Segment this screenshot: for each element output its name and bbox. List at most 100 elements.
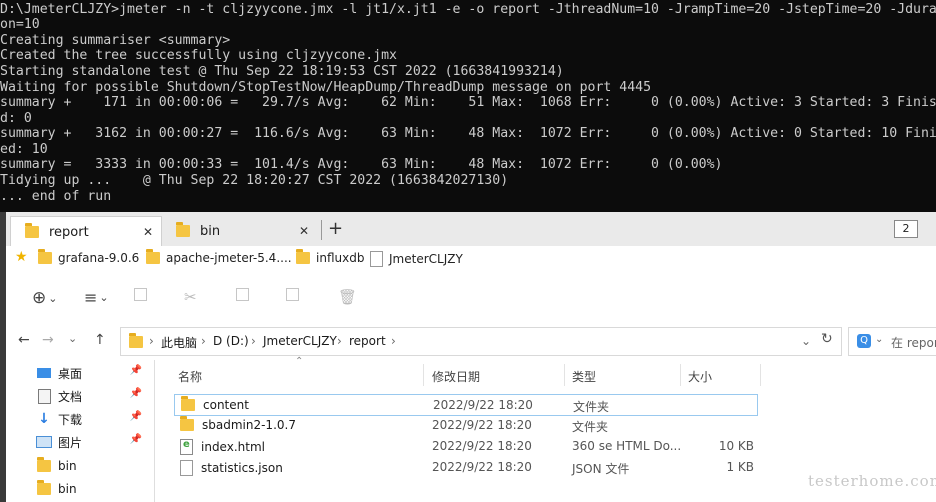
folder-icon — [36, 480, 52, 495]
recent-locations-button[interactable]: ⌄ — [68, 332, 77, 345]
rename-icon — [286, 288, 299, 301]
file-row-sbadmin2[interactable]: sbadmin2-1.0.7 2022/9/22 18:20 文件夹 — [174, 415, 756, 435]
pin-icon[interactable]: 📌 — [130, 434, 142, 445]
tab-report[interactable]: report ✕ — [10, 216, 162, 247]
file-date: 2022/9/22 18:20 — [432, 418, 532, 432]
file-type: 文件夹 — [572, 420, 609, 434]
terminal-line: Created the tree successfully using cljz… — [0, 48, 397, 63]
paste-icon — [236, 288, 249, 301]
breadcrumb-this-pc[interactable]: 此电脑 — [161, 334, 197, 351]
document-icon — [370, 251, 383, 267]
nav-item-pictures[interactable]: 图片 📌 — [36, 431, 148, 453]
new-item-button[interactable]: ⊕ ⌄ — [32, 288, 57, 308]
address-bar[interactable]: › 此电脑 › D (D:) › JmeterCLJZY › report › … — [120, 327, 842, 356]
breadcrumb-separator: › — [201, 334, 206, 348]
download-icon: ↓ — [38, 411, 50, 427]
folder-icon — [296, 249, 310, 264]
nav-item-label: bin — [58, 459, 77, 473]
bookmark-jmetercljzy[interactable]: JmeterCLJZY — [370, 251, 463, 267]
column-divider[interactable] — [564, 364, 565, 386]
add-circle-icon: ⊕ — [32, 288, 47, 308]
column-header-size[interactable]: 大小 — [688, 368, 712, 385]
file-row-content[interactable]: content 2022/9/22 18:20 文件夹 — [174, 394, 758, 416]
nav-item-documents[interactable]: 文档 📌 — [36, 385, 148, 407]
file-name-cell: sbadmin2-1.0.7 — [180, 416, 296, 432]
bookmark-label: JmeterCLJZY — [389, 252, 463, 266]
paste-button[interactable] — [236, 288, 249, 301]
file-icon — [180, 460, 193, 476]
terminal-line: Creating summariser <summary> — [0, 33, 231, 48]
tab-label: bin — [200, 223, 221, 239]
file-date: 2022/9/22 18:20 — [432, 460, 532, 474]
close-icon[interactable]: ✕ — [299, 224, 309, 238]
folder-icon — [25, 223, 39, 238]
file-name-cell: index.html — [180, 439, 265, 455]
terminal-line: summary + 3162 in 00:00:27 = 116.6/s Avg… — [0, 126, 936, 141]
back-button[interactable]: ← — [18, 332, 30, 348]
pane-divider[interactable] — [154, 360, 155, 502]
rename-button[interactable] — [286, 288, 299, 301]
navigation-pane: 桌面 📌 文档 📌 ↓ 下载 📌 图片 📌 bin bin — [6, 360, 154, 502]
chevron-down-icon[interactable]: ⌄ — [801, 334, 811, 348]
nav-item-downloads[interactable]: ↓ 下载 📌 — [36, 408, 148, 430]
pin-icon[interactable]: 📌 — [130, 411, 142, 422]
file-type: 360 se HTML Do... — [572, 439, 682, 453]
file-row-index-html[interactable]: index.html 2022/9/22 18:20 360 se HTML D… — [174, 436, 756, 456]
file-name: statistics.json — [201, 461, 283, 475]
breadcrumb-report[interactable]: report — [349, 334, 386, 348]
terminal-line: D:\JmeterCLJZY>jmeter -n -t cljzyycone.j… — [0, 2, 936, 17]
star-icon[interactable]: ★ — [15, 249, 28, 265]
file-name: sbadmin2-1.0.7 — [202, 418, 296, 432]
up-button[interactable]: ↑ — [94, 332, 106, 348]
copy-button[interactable] — [134, 288, 147, 301]
file-name-cell: statistics.json — [180, 460, 283, 476]
search-input[interactable]: Q ⌄ 在 repor — [848, 327, 936, 356]
new-tab-button[interactable]: + — [328, 218, 343, 239]
pictures-icon — [36, 436, 52, 448]
column-header-name[interactable]: 名称 — [178, 368, 202, 385]
nav-item-label: 下载 — [58, 412, 83, 427]
address-row: ← → ⌄ ↑ › 此电脑 › D (D:) › JmeterCLJZY › r… — [6, 322, 936, 360]
column-header-date[interactable]: 修改日期 — [432, 368, 480, 385]
nav-item-bin[interactable]: bin — [36, 478, 148, 500]
sort-ascending-icon: ⌃ — [295, 356, 304, 367]
breadcrumb-jmetercljzy[interactable]: JmeterCLJZY — [263, 334, 337, 348]
column-divider[interactable] — [680, 364, 681, 386]
pin-icon[interactable]: 📌 — [130, 365, 142, 376]
view-options-button[interactable]: ≡ ⌄ — [84, 288, 109, 307]
file-name: content — [203, 398, 249, 412]
bookmark-label: apache-jmeter-5.4.... — [166, 251, 292, 265]
bookmark-grafana[interactable]: grafana-9.0.6 — [38, 249, 139, 265]
cut-button[interactable]: ✂ — [184, 288, 197, 306]
delete-button[interactable]: 🗑 — [338, 288, 357, 306]
terminal-line: ed: 10 — [0, 142, 48, 157]
column-header-type[interactable]: 类型 — [572, 368, 596, 385]
pin-icon[interactable]: 📌 — [130, 388, 142, 399]
terminal-window[interactable]: D:\JmeterCLJZY>jmeter -n -t cljzyycone.j… — [0, 0, 936, 212]
chevron-down-icon: ⌄ — [875, 334, 884, 345]
terminal-line: Tidying up ... @ Thu Sep 22 18:20:27 CST… — [0, 173, 509, 188]
tab-divider — [321, 220, 322, 240]
nav-item-label: bin — [58, 482, 77, 496]
file-explorer-window: report ✕ bin ✕ + 2 ★ grafana-9.0.6 apach… — [0, 212, 936, 502]
nav-item-bin[interactable]: bin — [36, 455, 148, 477]
chevron-down-icon: ⌄ — [99, 291, 109, 304]
tab-bin[interactable]: bin ✕ — [162, 216, 317, 246]
bookmark-apache-jmeter[interactable]: apache-jmeter-5.4.... — [146, 249, 292, 265]
file-type: 文件夹 — [573, 400, 610, 414]
column-divider[interactable] — [760, 364, 761, 386]
nav-item-desktop[interactable]: 桌面 📌 — [36, 362, 148, 384]
refresh-button[interactable]: ↻ — [821, 331, 833, 347]
tab-count-badge[interactable]: 2 — [894, 220, 918, 238]
tab-label: report — [49, 224, 89, 240]
forward-button[interactable]: → — [42, 332, 54, 348]
breadcrumb-drive-d[interactable]: D (D:) — [213, 334, 249, 348]
scissors-icon: ✂ — [184, 288, 197, 306]
tab-bar: report ✕ bin ✕ + 2 — [6, 212, 936, 247]
nav-item-label: 图片 — [58, 435, 83, 450]
bookmarks-bar: ★ grafana-9.0.6 apache-jmeter-5.4.... in… — [6, 246, 936, 272]
file-row-statistics-json[interactable]: statistics.json 2022/9/22 18:20 JSON 文件 … — [174, 457, 756, 477]
bookmark-influxdb[interactable]: influxdb — [296, 249, 364, 265]
column-divider[interactable] — [423, 364, 424, 386]
close-icon[interactable]: ✕ — [143, 225, 153, 239]
